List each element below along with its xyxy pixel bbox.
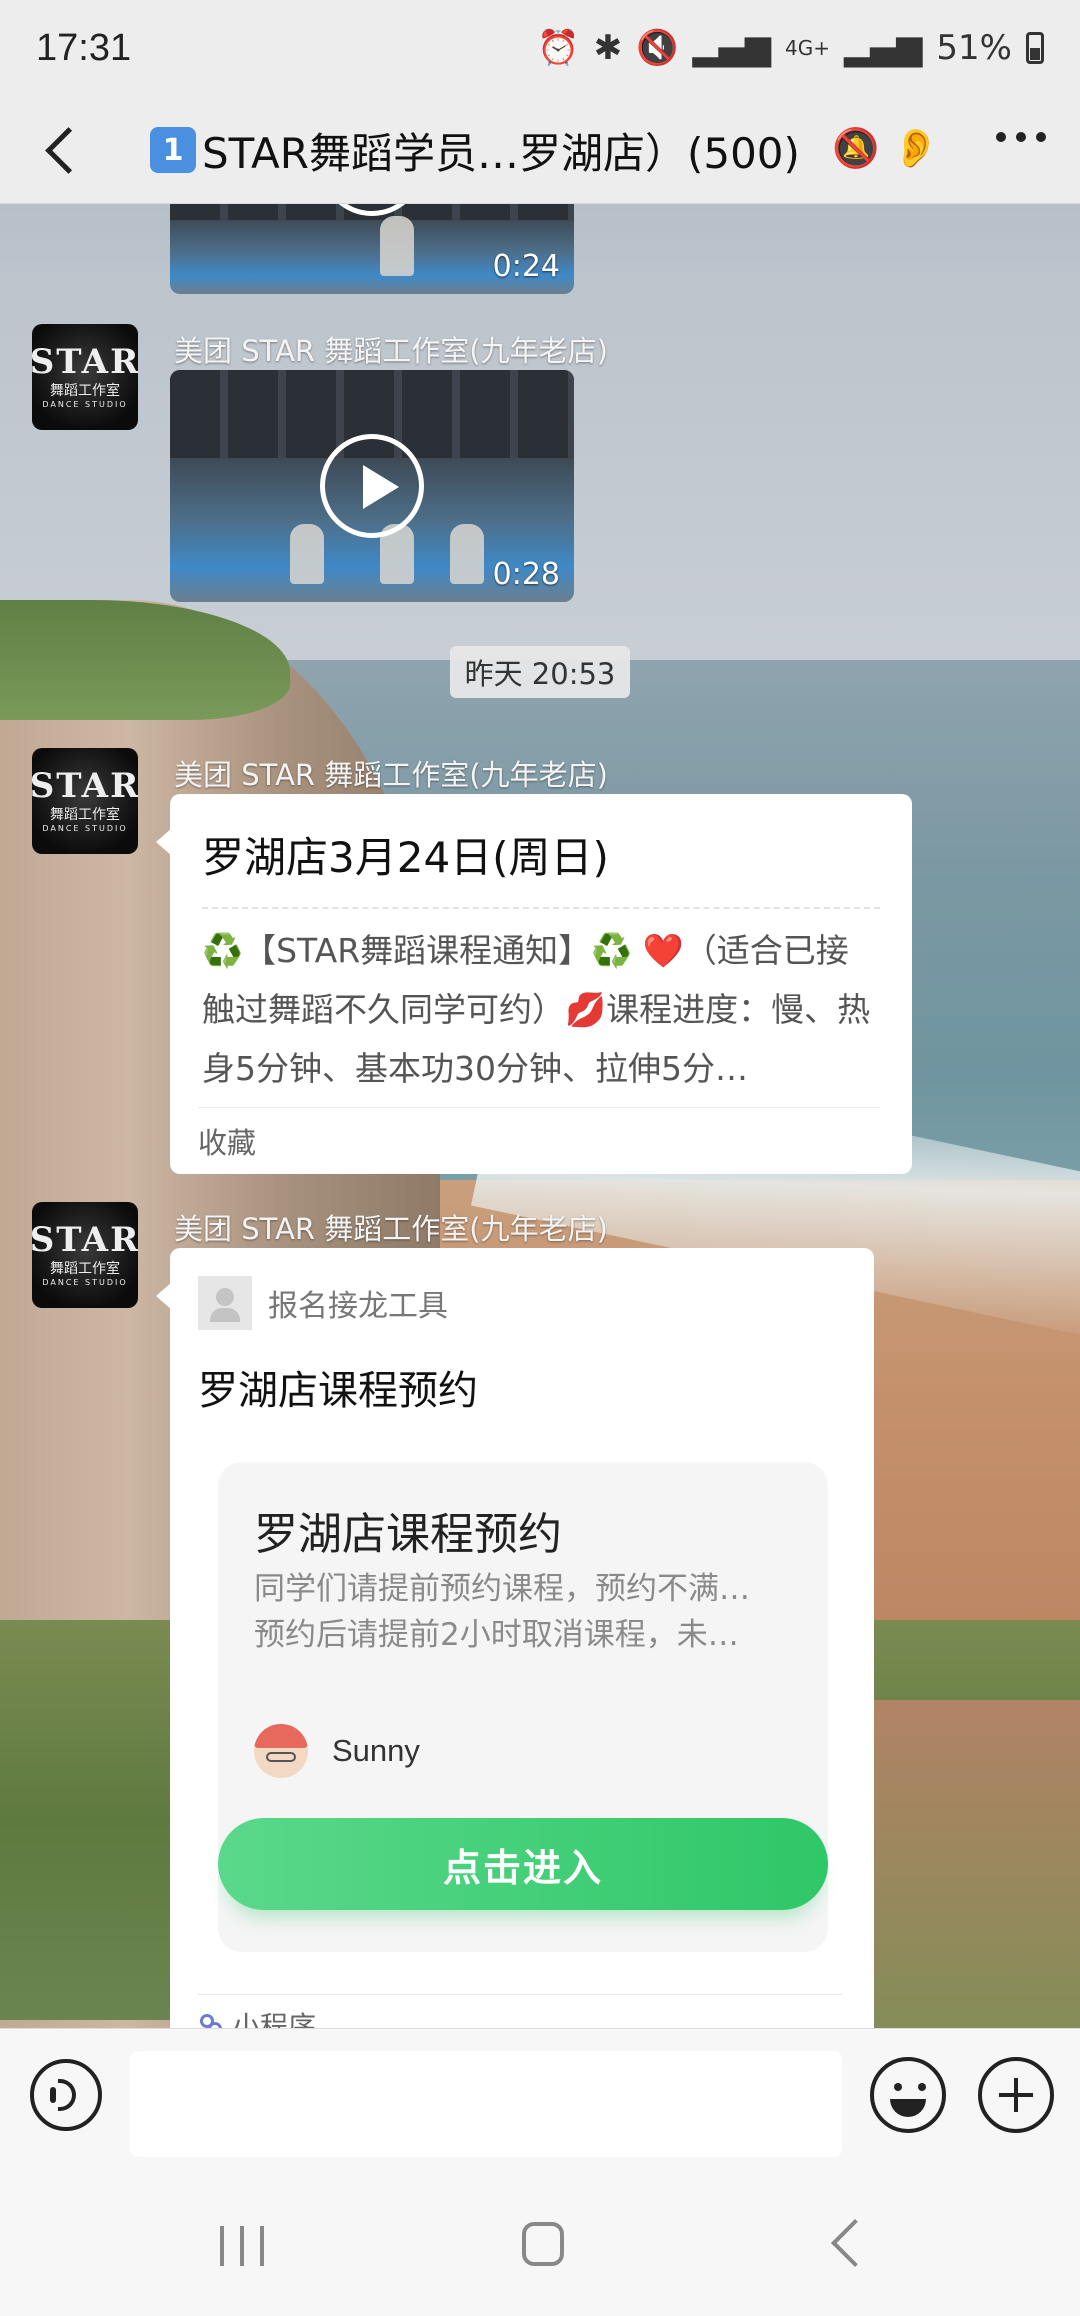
recent-apps-button[interactable] [220, 2226, 266, 2266]
mini-program-label: 小程序 [232, 2010, 317, 2028]
mini-program-footer: 小程序 [198, 1994, 842, 2028]
input-bar [0, 2028, 1080, 2167]
chat-title: STAR舞蹈学员…罗湖店）(500) [202, 128, 800, 178]
preview-title: 罗湖店课程预约 [254, 1509, 562, 1560]
play-icon[interactable] [320, 434, 424, 538]
mini-program-card[interactable]: 报名接龙工具 罗湖店课程预约 罗湖店课程预约 同学们请提前预约课程，预约不满… … [156, 1248, 874, 2028]
battery-percent: 51% [936, 28, 1012, 68]
mini-program-preview[interactable]: 罗湖店课程预约 同学们请提前预约课程，预约不满… 预约后请提前2小时取消课程，未… [218, 1462, 828, 1952]
video-message[interactable]: 0:24 [170, 204, 574, 294]
sender-name: 美团 STAR 舞蹈工作室(九年老店) [174, 334, 608, 368]
mute-icon: 🔇 [636, 28, 679, 68]
sender-avatar[interactable]: STAR 舞蹈工作室 DANCE STUDIO [32, 324, 138, 430]
sender-avatar[interactable]: STAR 舞蹈工作室 DANCE STUDIO [32, 1202, 138, 1308]
mute-bell-icon: 🔕 [832, 126, 880, 170]
note-source-label: 收藏 [198, 1107, 880, 1174]
chat-title-wrap[interactable]: 1 STAR舞蹈学员…罗湖店）(500) [150, 96, 800, 204]
alarm-icon: ⏰ [537, 28, 580, 68]
tool-avatar-icon [198, 1276, 252, 1330]
preview-author: Sunny [254, 1724, 420, 1778]
more-actions-button[interactable] [978, 2057, 1054, 2133]
message-input[interactable] [130, 2051, 842, 2157]
note-title: 罗湖店3月24日(周日) [202, 824, 880, 909]
author-avatar [254, 1724, 308, 1778]
status-bar: 17:31 ⏰ ✱ 🔇 ▂▄▆ 4G+ ▂▄▆ 51% [0, 0, 1080, 96]
author-name: Sunny [332, 1733, 420, 1768]
chat-messages[interactable]: 0:24 STAR 舞蹈工作室 DANCE STUDIO 美团 STAR 舞蹈工… [0, 204, 1080, 2028]
system-back-button[interactable] [830, 2218, 880, 2268]
preview-description: 同学们请提前预约课程，预约不满… 预约后请提前2小时取消课程，未… [254, 1571, 750, 1653]
video-duration: 0:28 [492, 557, 560, 592]
tool-row: 报名接龙工具 [198, 1276, 448, 1330]
more-button[interactable] [996, 132, 1046, 142]
voice-input-button[interactable] [30, 2059, 102, 2131]
back-button[interactable] [34, 120, 94, 180]
earpiece-icon: 👂 [892, 126, 940, 170]
video-message[interactable]: 0:28 [170, 370, 574, 602]
note-preview: ♻️【STAR舞蹈课程通知】♻️ ❤️（适合已接触过舞蹈不久同学可约）💋课程进度… [202, 931, 871, 1088]
network-type: 4G+ [784, 36, 830, 60]
battery-icon [1026, 32, 1044, 64]
emoji-button[interactable] [870, 2057, 946, 2133]
tool-label: 报名接龙工具 [268, 1289, 448, 1324]
note-card[interactable]: 罗湖店3月24日(周日) ♻️【STAR舞蹈课程通知】♻️ ❤️（适合已接触过舞… [156, 794, 912, 1174]
sender-name: 美团 STAR 舞蹈工作室(九年老店) [174, 758, 608, 792]
chat-header: 1 STAR舞蹈学员…罗湖店）(500) 🔕 👂 [0, 96, 1080, 204]
home-button[interactable] [522, 2222, 564, 2266]
sender-avatar[interactable]: STAR 舞蹈工作室 DANCE STUDIO [32, 748, 138, 854]
mini-program-title: 罗湖店课程预约 [198, 1368, 478, 1414]
enter-button[interactable]: 点击进入 [218, 1818, 828, 1910]
video-duration: 0:24 [492, 249, 560, 284]
signal-icon: ▂▄▆ [692, 28, 771, 68]
group-number-badge: 1 [150, 127, 196, 173]
status-time: 17:31 [36, 26, 132, 69]
message-timestamp: 昨天 20:53 [450, 646, 630, 698]
bluetooth-icon: ✱ [593, 28, 623, 68]
sender-name: 美团 STAR 舞蹈工作室(九年老店) [174, 1212, 608, 1246]
system-nav-bar [0, 2166, 1080, 2316]
status-icons: ⏰ ✱ 🔇 ▂▄▆ 4G+ ▂▄▆ 51% [537, 28, 1044, 68]
mini-program-icon [198, 2012, 224, 2028]
signal-icon-2: ▂▄▆ [843, 28, 923, 68]
